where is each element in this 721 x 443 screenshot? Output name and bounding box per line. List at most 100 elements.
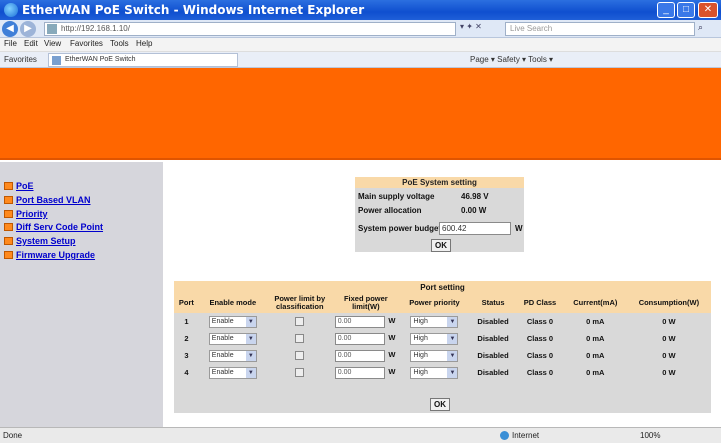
status-text: Done <box>3 431 23 440</box>
menu-favorites[interactable]: Favorites <box>70 39 103 48</box>
voltage-label: Main supply voltage <box>358 192 435 201</box>
port-status: Disabled <box>470 313 517 330</box>
poe-system-title: PoE System setting <box>355 177 524 188</box>
tab-title: EtherWAN PoE Switch <box>65 56 136 63</box>
current-value: 0 mA <box>563 330 627 347</box>
enable-mode-select[interactable]: Enable ▼ <box>208 332 257 345</box>
col-port: Port <box>174 293 199 313</box>
port-number: 1 <box>174 313 199 330</box>
power-priority-select[interactable]: High ▼ <box>410 366 459 379</box>
col-current: Current(mA) <box>563 293 627 313</box>
folder-icon <box>4 223 13 231</box>
sidebar-item-poe[interactable]: PoE <box>4 181 34 191</box>
port-number: 4 <box>174 364 199 381</box>
poe-system-ok-button[interactable]: OK <box>431 239 451 252</box>
fixed-power-unit: W <box>388 332 396 342</box>
chevron-down-icon: ▼ <box>447 333 458 344</box>
power-limit-checkbox[interactable] <box>295 317 305 327</box>
favorites-bar: Favorites EtherWAN PoE Switch Page ▾ Saf… <box>0 52 721 68</box>
consumption-value: 0 W <box>626 313 711 330</box>
col-pd-class: PD Class <box>516 293 564 313</box>
fixed-power-unit: W <box>388 315 396 325</box>
port-number: 3 <box>174 347 199 364</box>
refresh-stop-icons[interactable]: ▾ ✦ ✕ <box>460 22 500 36</box>
tab-page-icon <box>52 56 61 65</box>
fixed-power-unit: W <box>388 349 396 359</box>
table-row: 2 Enable ▼ 0.00 W High ▼ Disabled Class 0 … <box>174 330 711 347</box>
consumption-value: 0 W <box>626 347 711 364</box>
consumption-value: 0 W <box>626 330 711 347</box>
sidebar-item-diff-serv[interactable]: Diff Serv Code Point <box>4 222 103 232</box>
budget-unit: W <box>515 224 523 233</box>
forward-button[interactable]: ▶ <box>20 21 36 37</box>
power-priority-select[interactable]: High ▼ <box>410 332 459 345</box>
chevron-down-icon: ▼ <box>245 367 256 378</box>
maximize-button[interactable]: □ <box>677 2 695 18</box>
power-priority-select[interactable]: High ▼ <box>410 349 459 362</box>
pd-class: Class 0 <box>516 364 564 381</box>
menu-file[interactable]: File <box>4 39 17 48</box>
power-limit-checkbox[interactable] <box>295 368 305 378</box>
fixed-power-input[interactable]: 0.00 <box>334 349 385 362</box>
window-title: EtherWAN PoE Switch - Windows Internet E… <box>22 3 365 17</box>
port-status: Disabled <box>470 330 517 347</box>
menu-help[interactable]: Help <box>136 39 152 48</box>
search-icon[interactable]: ⌕ <box>698 22 716 36</box>
security-zone: Internet <box>500 431 539 441</box>
pd-class: Class 0 <box>516 330 564 347</box>
chevron-down-icon: ▼ <box>447 316 458 327</box>
search-input[interactable]: Live Search <box>505 22 695 36</box>
chevron-down-icon: ▼ <box>245 316 256 327</box>
sidebar-item-port-based-vlan[interactable]: Port Based VLAN <box>4 195 91 205</box>
port-status: Disabled <box>470 347 517 364</box>
fixed-power-input[interactable]: 0.00 <box>334 315 385 328</box>
close-button[interactable]: ✕ <box>698 2 718 18</box>
back-button[interactable]: ◀ <box>2 21 18 37</box>
chevron-down-icon: ▼ <box>245 333 256 344</box>
url-input[interactable]: http://192.168.1.10/ <box>44 22 456 36</box>
folder-icon <box>4 182 13 190</box>
budget-label: System power budget <box>358 224 442 233</box>
sidebar-item-system-setup[interactable]: System Setup <box>4 236 76 246</box>
power-limit-checkbox[interactable] <box>295 334 305 344</box>
port-setting-table: Port setting Port Enable mode Power limi… <box>174 281 711 381</box>
fixed-power-input[interactable]: 0.00 <box>334 366 385 379</box>
browser-tab[interactable]: EtherWAN PoE Switch <box>48 53 238 67</box>
col-enable-mode: Enable mode <box>198 293 267 313</box>
chevron-down-icon: ▼ <box>245 350 256 361</box>
menu-edit[interactable]: Edit <box>24 39 38 48</box>
enable-mode-select[interactable]: Enable ▼ <box>208 349 257 362</box>
menu-view[interactable]: View <box>44 39 61 48</box>
enable-mode-select[interactable]: Enable ▼ <box>208 366 257 379</box>
zoom-level[interactable]: 100% <box>640 431 660 440</box>
allocation-label: Power allocation <box>358 206 422 215</box>
enable-mode-select[interactable]: Enable ▼ <box>208 315 257 328</box>
sidebar-item-priority[interactable]: Priority <box>4 209 48 219</box>
current-value: 0 mA <box>563 313 627 330</box>
url-text: http://192.168.1.10/ <box>61 24 130 33</box>
current-value: 0 mA <box>563 347 627 364</box>
col-power-limit-classification: Power limit by classification <box>266 293 333 313</box>
system-power-budget-input[interactable]: 600.42 <box>439 222 511 235</box>
address-bar: ◀ ▶ http://192.168.1.10/ ▾ ✦ ✕ Live Sear… <box>0 20 721 38</box>
fixed-power-input[interactable]: 0.00 <box>334 332 385 345</box>
chevron-down-icon: ▼ <box>447 367 458 378</box>
table-row: 4 Enable ▼ 0.00 W High ▼ Disabled Class 0 … <box>174 364 711 381</box>
col-status: Status <box>470 293 517 313</box>
minimize-button[interactable]: _ <box>657 2 675 18</box>
menu-bar: File Edit View Favorites Tools Help <box>0 38 721 52</box>
favorites-button[interactable]: Favorites <box>4 55 37 64</box>
power-limit-checkbox[interactable] <box>295 351 305 361</box>
folder-icon <box>4 251 13 259</box>
port-setting-ok-button[interactable]: OK <box>430 398 450 411</box>
port-status: Disabled <box>470 364 517 381</box>
header-banner <box>0 68 721 160</box>
folder-icon <box>4 210 13 218</box>
power-priority-select[interactable]: High ▼ <box>410 315 459 328</box>
sidebar: PoE Port Based VLAN Priority Diff Serv C… <box>0 162 163 427</box>
menu-tools[interactable]: Tools <box>110 39 129 48</box>
page-icon <box>47 24 57 34</box>
command-bar-tools[interactable]: Page ▾ Safety ▾ Tools ▾ <box>470 55 553 64</box>
sidebar-item-firmware-upgrade[interactable]: Firmware Upgrade <box>4 250 95 260</box>
pd-class: Class 0 <box>516 347 564 364</box>
